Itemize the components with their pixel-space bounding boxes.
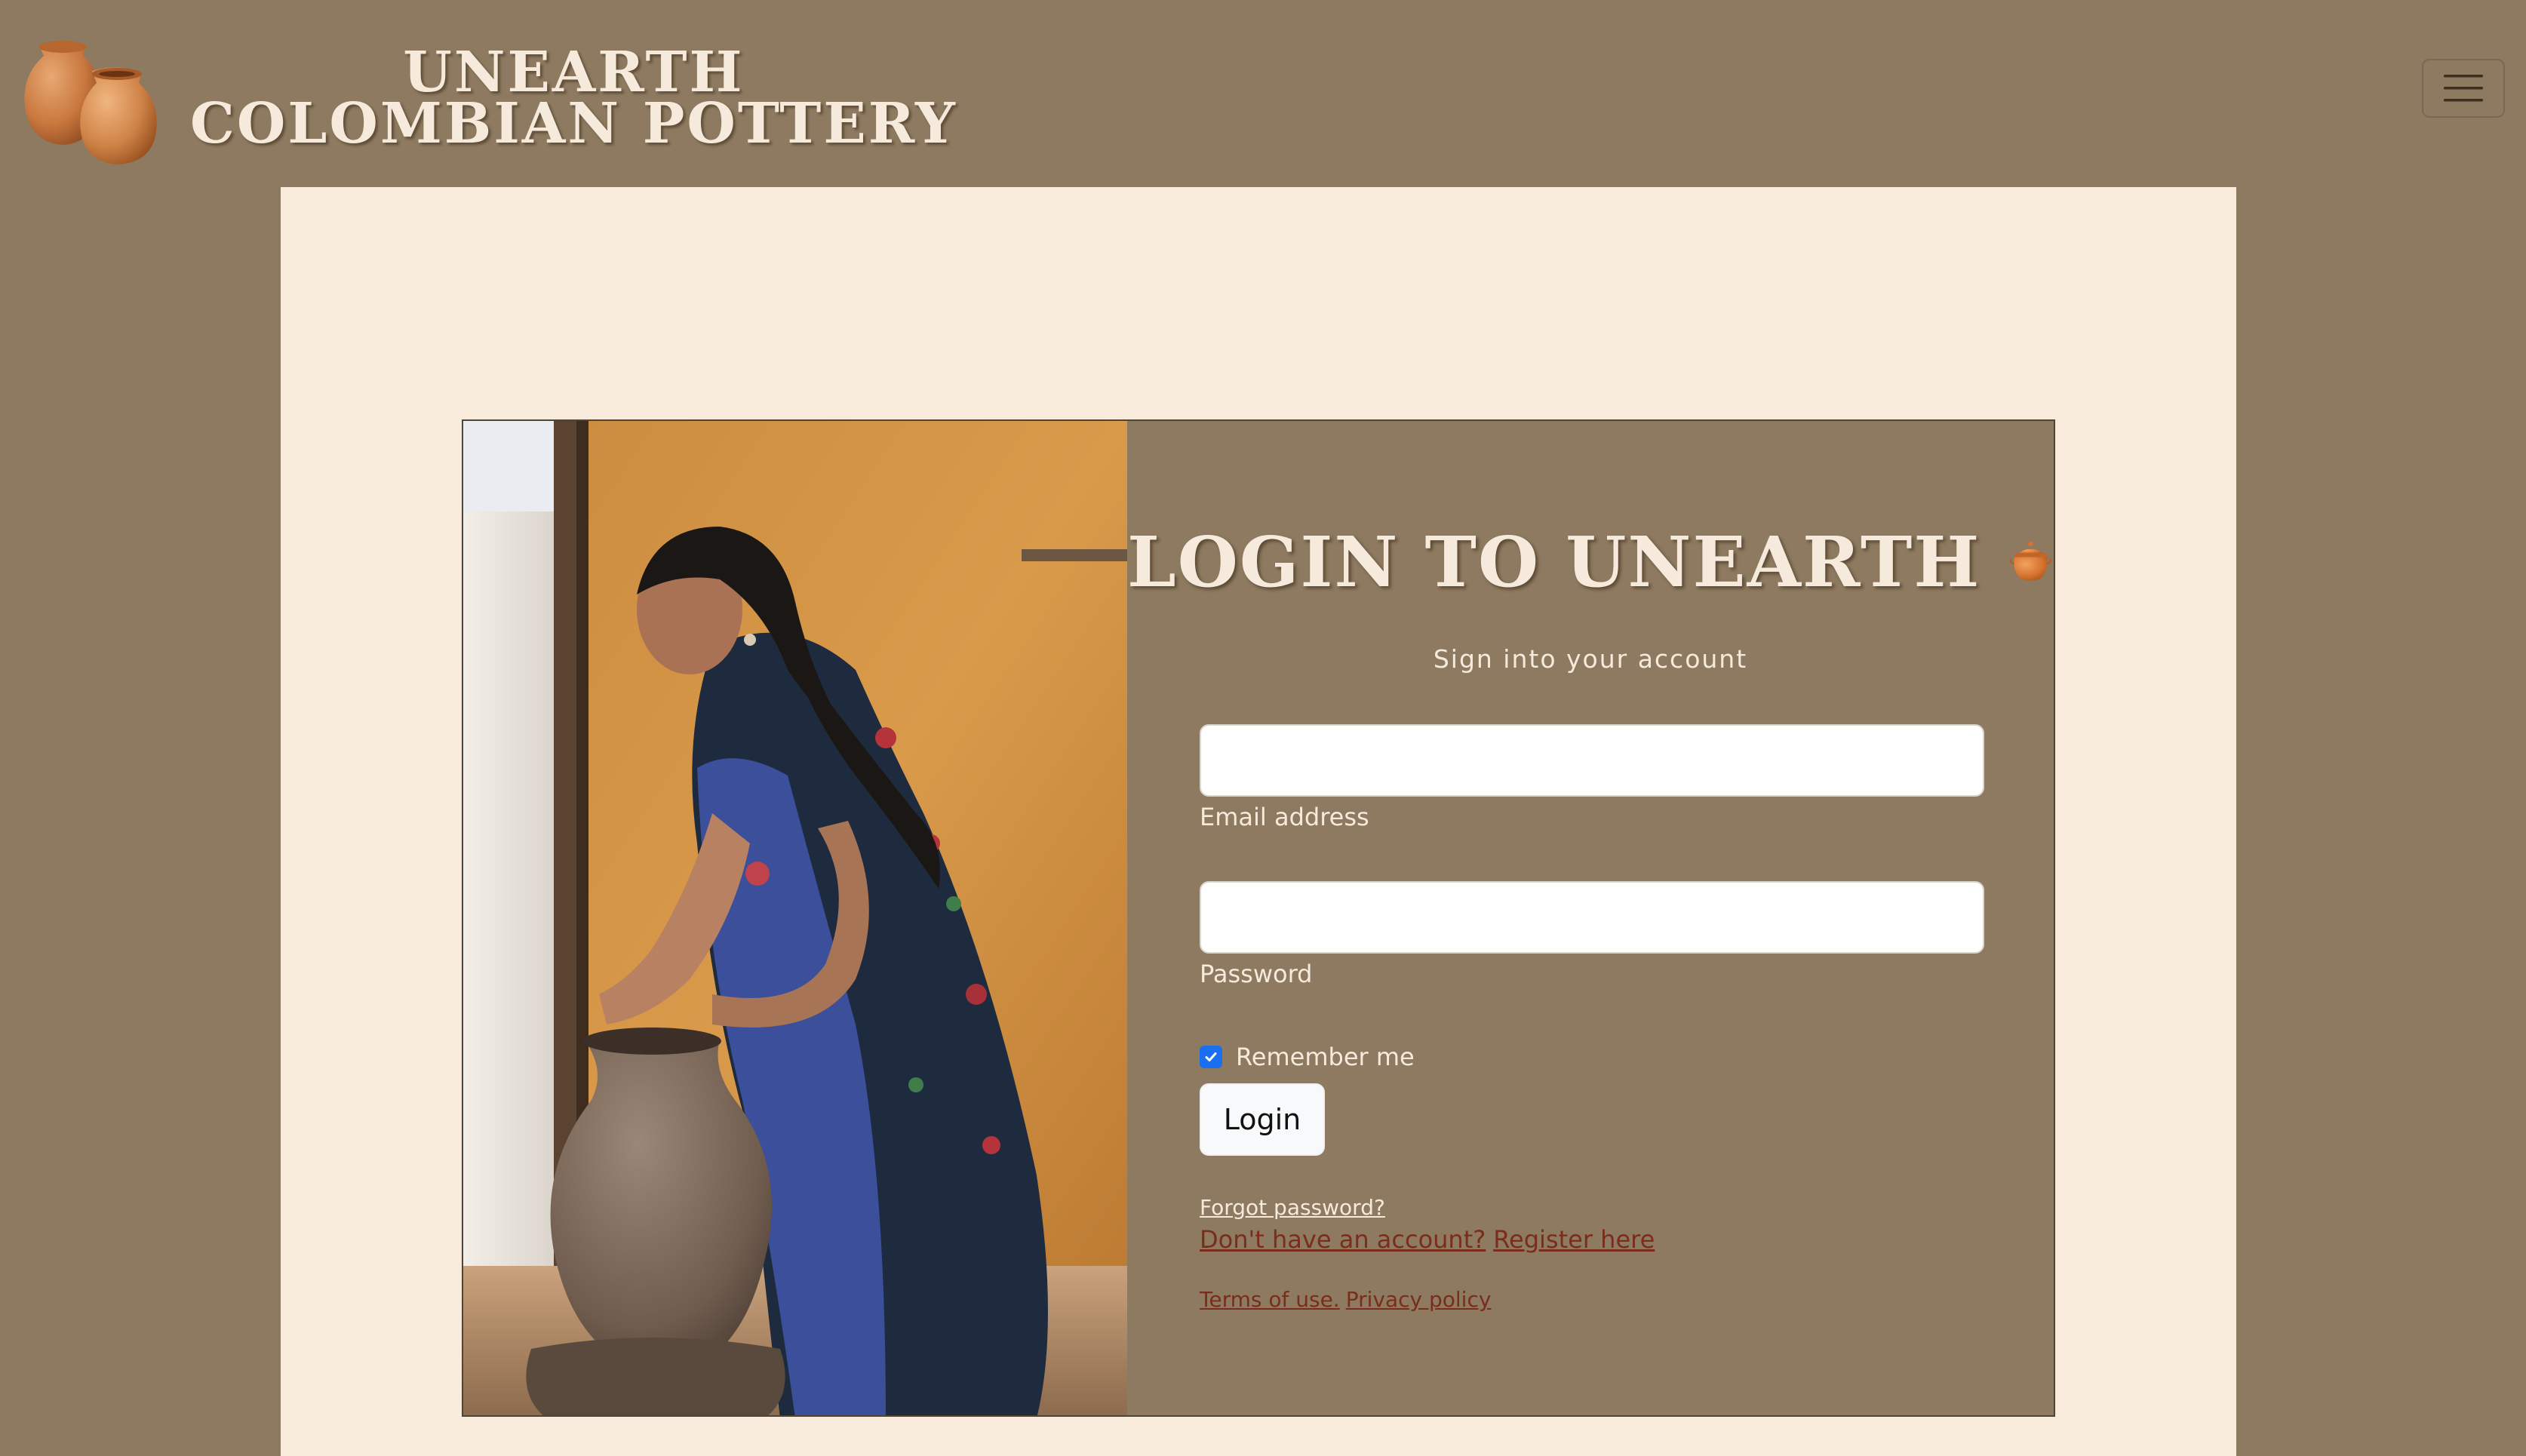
login-title: LOGIN TO UNEARTH xyxy=(1127,521,1981,603)
remember-me-label: Remember me xyxy=(1236,1043,1415,1071)
email-group: Email address xyxy=(1200,724,1984,831)
email-label: Email address xyxy=(1200,803,1369,831)
register-link[interactable]: Register here xyxy=(1493,1225,1655,1254)
login-subtitle: Sign into your account xyxy=(1433,644,1748,674)
menu-toggle-button[interactable] xyxy=(2422,59,2505,118)
potter-image xyxy=(463,421,1127,1415)
privacy-link[interactable]: Privacy policy xyxy=(1346,1287,1492,1312)
potter-photo xyxy=(463,421,1127,1415)
login-heading: LOGIN TO UNEARTH xyxy=(1127,513,2054,611)
no-account-link[interactable]: Don't have an account? xyxy=(1200,1225,1486,1254)
login-button[interactable]: Login xyxy=(1200,1083,1325,1156)
password-input[interactable] xyxy=(1200,881,1984,954)
brand-title-line1: UNEARTH xyxy=(403,40,745,105)
terms-link[interactable]: Terms of use. xyxy=(1200,1287,1340,1312)
forgot-password-link[interactable]: Forgot password? xyxy=(1200,1195,1385,1220)
email-input[interactable] xyxy=(1200,724,1984,797)
legal-links: Terms of use. Privacy policy xyxy=(1200,1287,1491,1312)
register-line: Don't have an account? Register here xyxy=(1200,1225,1655,1254)
password-label: Password xyxy=(1200,960,1313,988)
clay-pot-icon xyxy=(2009,542,2052,581)
remember-me[interactable]: Remember me xyxy=(1200,1043,1415,1071)
brand[interactable]: UNEARTH COLOMBIAN POTTERY xyxy=(17,30,957,166)
login-form: LOGIN TO UNEARTH Sign into your account xyxy=(1127,421,2054,1415)
remember-me-checkbox[interactable] xyxy=(1200,1046,1222,1068)
clay-pots-logo-icon xyxy=(24,41,157,164)
navbar: UNEARTH COLOMBIAN POTTERY xyxy=(0,0,2526,187)
brand-title: UNEARTH COLOMBIAN POTTERY xyxy=(190,40,957,156)
hamburger-menu-icon xyxy=(2444,75,2483,102)
checkmark-icon xyxy=(1205,1052,1217,1061)
login-card: LOGIN TO UNEARTH Sign into your account xyxy=(462,419,2055,1417)
brand-title-line2: COLOMBIAN POTTERY xyxy=(190,91,957,156)
password-group: Password xyxy=(1200,881,1984,988)
